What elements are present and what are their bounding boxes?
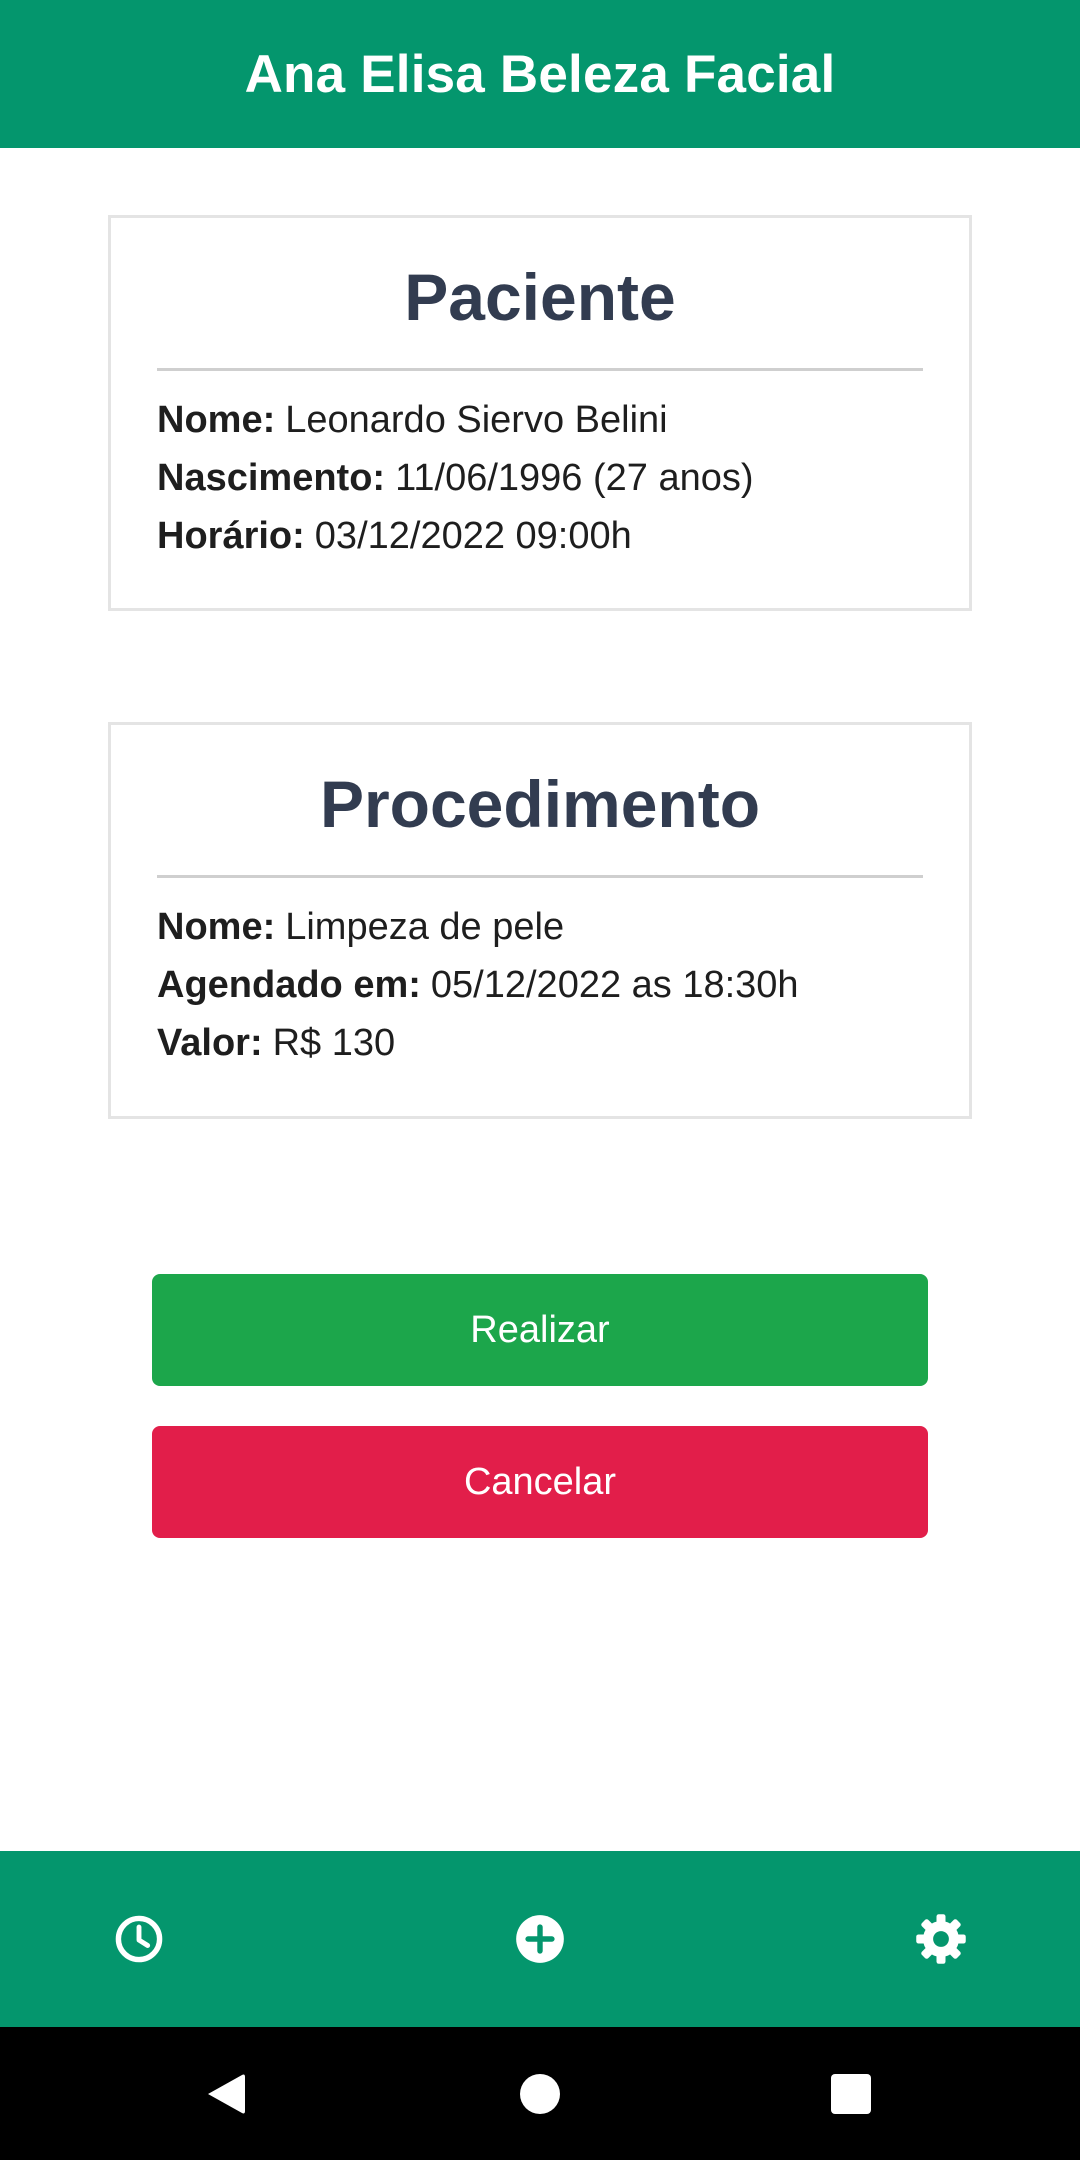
procedure-scheduled-label: Agendado em: (157, 963, 421, 1006)
procedure-card: Procedimento Nome: Limpeza de pele Agend… (108, 722, 972, 1119)
procedure-price-row: Valor: R$ 130 (157, 1014, 923, 1072)
nav-history-button[interactable] (69, 1851, 209, 2027)
cancelar-button[interactable]: Cancelar (152, 1426, 928, 1538)
patient-birth-row: Nascimento: 11/06/1996 (27 anos) (157, 449, 923, 507)
recents-square-icon (831, 2073, 871, 2114)
patient-birth-value: 11/06/1996 (27 anos) (395, 456, 754, 499)
realizar-button[interactable]: Realizar (152, 1274, 928, 1386)
system-nav-bar (0, 2027, 1080, 2160)
patient-card: Paciente Nome: Leonardo Siervo Belini Na… (108, 215, 972, 611)
system-back-button[interactable] (166, 2027, 286, 2160)
app-bar: Ana Elisa Beleza Facial (0, 0, 1080, 148)
patient-name-row: Nome: Leonardo Siervo Belini (157, 391, 923, 449)
screen: Ana Elisa Beleza Facial Paciente Nome: L… (0, 0, 1080, 2160)
procedure-details: Nome: Limpeza de pele Agendado em: 05/12… (157, 878, 923, 1072)
bottom-nav (0, 1851, 1080, 2027)
system-home-button[interactable] (480, 2027, 600, 2160)
nav-settings-button[interactable] (871, 1851, 1011, 2027)
system-recents-button[interactable] (791, 2027, 911, 2160)
procedure-card-title: Procedimento (319, 767, 761, 841)
clock-icon (115, 1915, 163, 1963)
patient-name-label: Nome: (157, 398, 276, 441)
procedure-name-label: Nome: (157, 905, 276, 948)
procedure-name-row: Nome: Limpeza de pele (157, 898, 923, 956)
add-circle-icon (516, 1915, 564, 1963)
procedure-name-value: Limpeza de pele (285, 905, 565, 948)
patient-details: Nome: Leonardo Siervo Belini Nascimento:… (157, 371, 923, 565)
patient-card-title: Paciente (404, 260, 676, 334)
app-title: Ana Elisa Beleza Facial (244, 44, 836, 104)
back-triangle-icon (208, 2074, 245, 2113)
patient-time-row: Horário: 03/12/2022 09:00h (157, 507, 923, 565)
patient-birth-label: Nascimento: (157, 456, 386, 499)
procedure-scheduled-row: Agendado em: 05/12/2022 as 18:30h (157, 956, 923, 1014)
nav-add-button[interactable] (470, 1851, 610, 2027)
procedure-scheduled-value: 05/12/2022 as 18:30h (430, 963, 799, 1006)
home-circle-icon (520, 2073, 560, 2114)
patient-time-label: Horário: (157, 514, 305, 557)
patient-name-value: Leonardo Siervo Belini (285, 398, 668, 441)
patient-time-value: 03/12/2022 09:00h (314, 514, 632, 557)
gear-icon (916, 1914, 966, 1964)
procedure-price-value: R$ 130 (272, 1021, 396, 1064)
procedure-price-label: Valor: (157, 1021, 263, 1064)
